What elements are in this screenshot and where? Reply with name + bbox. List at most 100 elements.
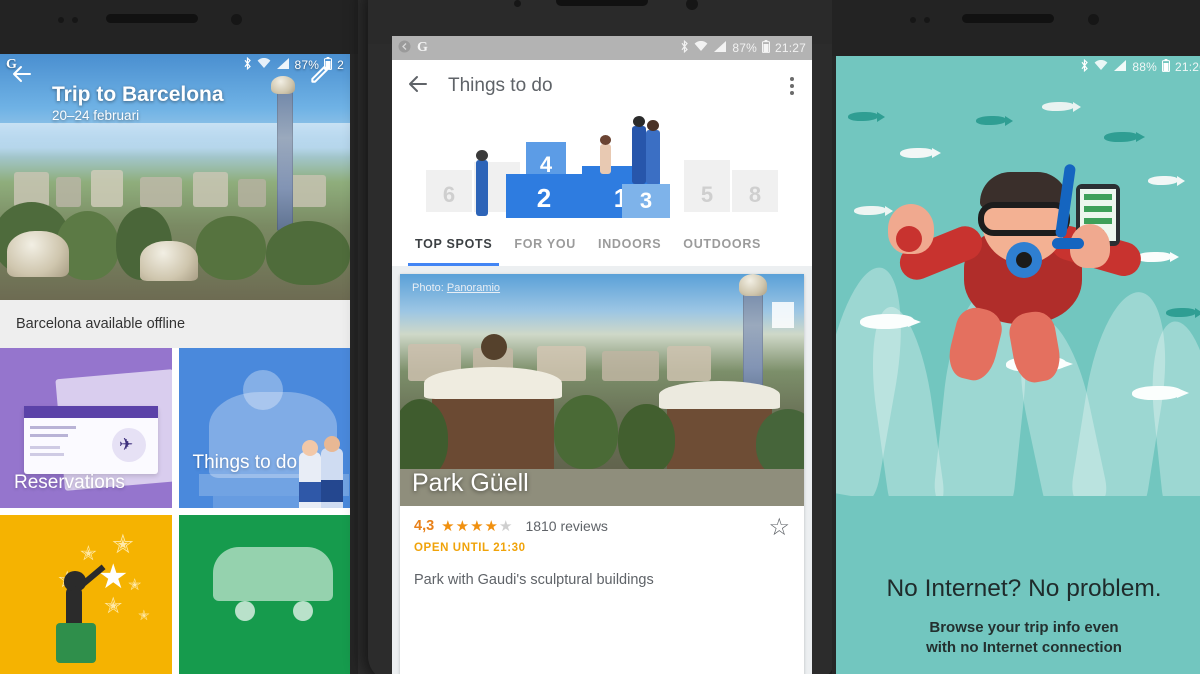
back-button[interactable]	[10, 62, 34, 86]
star-icon: ★	[455, 517, 470, 535]
star-icon: ✭	[112, 528, 134, 559]
tab-for-you[interactable]: FOR YOU	[503, 222, 587, 266]
clock-label: 2	[337, 58, 344, 72]
places-list: Photo: Panoramio Park Güell 4,3 ★ ★ ★ ★	[392, 266, 812, 674]
signal-icon	[276, 58, 290, 72]
regulator-icon	[1006, 242, 1042, 278]
right-phone-bezel	[832, 0, 1200, 56]
star-icon: ★	[498, 517, 513, 535]
sensor-icon	[72, 17, 78, 23]
front-camera-icon	[231, 14, 242, 25]
star-icon: ★	[441, 517, 455, 535]
left-status-bar: G 87% 2	[0, 54, 350, 76]
right-phone-screen: 88% 21:26 No Internet? No problem. Brows…	[836, 56, 1200, 674]
earpiece-speaker	[962, 14, 1054, 23]
star-icon: ✭	[128, 576, 142, 594]
front-camera-icon	[1088, 14, 1099, 25]
gaudi-roof	[424, 366, 562, 400]
wifi-icon	[1094, 59, 1108, 74]
tile-saved-places[interactable]: ✭ ✭ ✭ ★ ✭ ✭ ✭	[0, 514, 172, 674]
podium-block-ghost: 8	[732, 170, 778, 212]
trip-dates-label: 20–24 februari	[52, 108, 140, 124]
statue-rider-shape	[242, 370, 283, 410]
front-camera-icon	[686, 0, 698, 10]
person-figure	[56, 564, 106, 663]
photo-badge	[772, 302, 794, 328]
bluetooth-icon	[1080, 58, 1089, 75]
tile-things-to-do[interactable]: Things to do	[178, 348, 350, 508]
photo-credit-prefix: Photo:	[412, 282, 447, 294]
tab-outdoors[interactable]: OUTDOORS	[672, 222, 772, 266]
gaudi-roof	[658, 380, 780, 409]
person-figure	[600, 135, 611, 174]
sensor-icon	[910, 17, 916, 23]
star-icon: ★	[470, 517, 484, 535]
podium-block-ghost: 6	[426, 170, 472, 212]
google-logo-icon: G	[417, 40, 429, 55]
photo-credit-source[interactable]: Panoramio	[447, 282, 500, 294]
fin	[1006, 308, 1064, 386]
sky-haze	[0, 122, 350, 158]
clock-label: 21:27	[774, 41, 806, 55]
app-bar: Things to do	[392, 60, 812, 112]
trip-tiles-grid: ✈ Reservations Things to do ✭ ✭ ★ ✭ ✭ ✭	[0, 348, 350, 674]
category-tabs: TOP SPOTS FOR YOU INDOORS OUTDOORS	[392, 222, 812, 266]
battery-percent-label: 88%	[1132, 60, 1157, 74]
middle-phone-screen: G 87% 21:27 Things to do 6 5 8 4 2 1 3 T…	[392, 36, 812, 674]
star-icon: ★	[98, 557, 129, 596]
star-rating: ★ ★ ★ ★ ★	[441, 519, 512, 534]
tile-label: Things to do	[192, 451, 298, 473]
tower-dome	[739, 274, 768, 296]
tourist-figure	[298, 440, 321, 508]
offline-availability-bar: Barcelona available offline	[0, 300, 350, 348]
place-photo: Photo: Panoramio Park Güell	[400, 274, 804, 506]
wifi-icon	[694, 40, 708, 55]
place-name: Park Güell	[412, 469, 529, 497]
fin	[943, 303, 1007, 385]
boarding-pass-shape: ✈	[24, 406, 158, 474]
place-card[interactable]: Photo: Panoramio Park Güell 4,3 ★ ★ ★ ★	[400, 274, 804, 674]
person-figure	[476, 150, 488, 216]
offline-availability-label: Barcelona available offline	[16, 316, 186, 332]
tile-getting-around[interactable]	[178, 514, 350, 674]
tile-label: Reservations	[14, 471, 125, 493]
back-button[interactable]	[406, 72, 430, 101]
offline-subline-2: with no Internet connection	[926, 639, 1122, 656]
rating-row: 4,3 ★ ★ ★ ★ ★ 1810 reviews	[414, 518, 790, 534]
wifi-icon	[257, 57, 271, 72]
vehicle-shape	[212, 546, 333, 601]
star-icon: ✭	[138, 606, 150, 623]
app-bar-title: Things to do	[448, 75, 553, 96]
bluetooth-icon	[243, 56, 252, 73]
battery-icon	[761, 40, 770, 56]
tile-reservations[interactable]: ✈ Reservations	[0, 348, 172, 508]
edit-trip-button[interactable]	[308, 60, 334, 86]
offline-subline-1: Browse your trip info even	[929, 619, 1119, 636]
right-status-bar: 88% 21:26	[836, 56, 1200, 78]
earpiece-speaker	[106, 14, 198, 23]
star-icon: ✭	[80, 542, 97, 565]
open-status-badge: OPEN UNTIL 21:30	[414, 542, 526, 554]
signal-icon	[1113, 60, 1127, 74]
tab-indoors[interactable]: INDOORS	[587, 222, 672, 266]
left-phone-screen: G 87% 2 Trip to Barcelona 20–24 februari…	[0, 54, 350, 674]
right-phone-device: 88% 21:26 No Internet? No problem. Brows…	[832, 0, 1200, 674]
sensor-icon	[924, 17, 930, 23]
save-place-button[interactable]: ☆	[768, 516, 790, 540]
back-circle-icon	[398, 40, 411, 56]
middle-phone-device: G 87% 21:27 Things to do 6 5 8 4 2 1 3 T…	[368, 0, 836, 674]
photo-credit[interactable]: Photo: Panoramio	[412, 282, 500, 294]
podium-block-ghost: 5	[684, 160, 730, 212]
sensor-icon	[58, 17, 64, 23]
person-figure	[646, 120, 660, 184]
earpiece-speaker	[556, 0, 648, 6]
underwater-illustration	[836, 56, 1200, 496]
signal-icon	[713, 41, 727, 55]
page-title: Trip to Barcelona	[52, 83, 224, 106]
overflow-menu-button[interactable]	[786, 73, 798, 99]
offline-headline: No Internet? No problem.	[886, 575, 1162, 602]
clock-label: 21:26	[1174, 60, 1200, 74]
offline-message-block: No Internet? No problem. Browse your tri…	[836, 575, 1200, 656]
middle-status-bar: G 87% 21:27	[392, 36, 812, 60]
tab-top-spots[interactable]: TOP SPOTS	[404, 222, 503, 266]
